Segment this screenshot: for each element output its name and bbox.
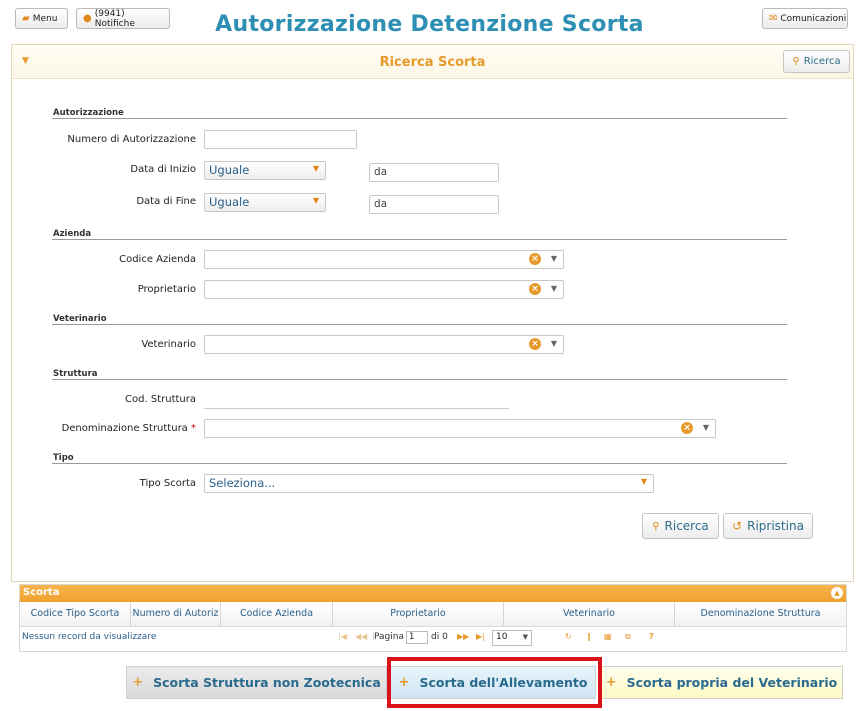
search-icon: ⚲	[792, 56, 800, 67]
plus-icon: +	[605, 675, 617, 690]
chevron-down-icon: ▼	[522, 633, 528, 641]
section-divider	[52, 239, 787, 240]
column-header[interactable]: Proprietario	[333, 602, 504, 626]
field-label-proprietario: Proprietario	[137, 284, 196, 295]
section-label-struttura: Struttura	[53, 369, 98, 379]
field-label-data-inizio: Data di Inizio	[130, 164, 196, 175]
field-label-tipo-scorta: Tipo Scorta	[139, 478, 196, 489]
first-page-icon[interactable]: |◀	[338, 632, 347, 641]
search-header-button-label: Ricerca	[803, 56, 841, 67]
search-button-label: Ricerca	[664, 519, 709, 533]
reset-icon: ↺	[732, 519, 743, 533]
chevron-down-icon[interactable]: ▼	[703, 423, 709, 432]
chevron-down-icon[interactable]: ▼	[551, 254, 557, 263]
required-mark: *	[191, 423, 196, 434]
export-icon[interactable]: ⧉	[625, 632, 631, 642]
chevron-down-icon[interactable]: ▼	[551, 284, 557, 293]
last-page-icon[interactable]: ▶|	[476, 632, 485, 641]
grid-column-headers: Codice Tipo Scorta Numero di Autoriz Cod…	[20, 602, 846, 627]
field-label-numero-autorizzazione: Numero di Autorizzazione	[67, 134, 196, 145]
grid-pager: Nessun record da visualizzare |◀ ◀◀ | Pa…	[20, 628, 846, 650]
section-divider	[52, 118, 787, 119]
prev-page-icon[interactable]: ◀◀	[355, 632, 367, 641]
data-inizio-input[interactable]: da	[369, 163, 499, 182]
chevron-down-icon[interactable]: ▼	[551, 339, 557, 348]
page-size-select[interactable]: 10 ▼	[492, 630, 532, 646]
columns-icon[interactable]: ‖	[587, 632, 591, 641]
section-divider	[52, 324, 787, 325]
field-label-veterinario: Veterinario	[141, 339, 196, 350]
section-label-veterinario: Veterinario	[53, 314, 107, 324]
chevron-down-icon: ▼	[312, 164, 319, 173]
column-header[interactable]: Veterinario	[504, 602, 675, 626]
page-number-input[interactable]: 1	[406, 631, 428, 644]
search-button[interactable]: ⚲ Ricerca	[642, 513, 719, 539]
grid-icon[interactable]: ▦	[604, 632, 612, 641]
plus-icon: +	[132, 675, 144, 690]
denominazione-struttura-label-text: Denominazione Struttura	[61, 423, 188, 434]
column-header[interactable]: Numero di Autoriz	[131, 602, 221, 626]
data-inizio-operator-value: Uguale	[209, 163, 250, 177]
page-count: di 0	[431, 632, 448, 642]
section-divider	[52, 379, 787, 380]
search-panel-header: ▼ Ricerca Scorta ⚲ Ricerca	[12, 45, 853, 79]
field-label-cod-struttura: Cod. Struttura	[125, 394, 196, 405]
data-fine-input[interactable]: da	[369, 195, 499, 214]
column-header[interactable]: Codice Azienda	[221, 602, 333, 626]
field-label-denominazione-struttura: Denominazione Struttura *	[0, 423, 196, 434]
tipo-scorta-value: Seleziona...	[209, 476, 276, 490]
reset-button-label: Ripristina	[747, 519, 804, 533]
data-inizio-operator-select[interactable]: Uguale ▼	[204, 161, 326, 180]
highlight-box	[387, 657, 602, 708]
section-divider	[52, 463, 787, 464]
next-page-icon[interactable]: ▶▶	[457, 632, 469, 641]
tab-scorta-struttura-non-zootecnica[interactable]: + Scorta Struttura non Zootecnica	[126, 666, 387, 699]
tab-label: Scorta Struttura non Zootecnica	[153, 675, 381, 690]
help-icon[interactable]: ?	[649, 632, 654, 641]
field-label-codice-azienda: Codice Azienda	[119, 254, 196, 265]
tab-scorta-propria-veterinario[interactable]: + Scorta propria del Veterinario	[600, 666, 843, 699]
clear-icon[interactable]: ×	[529, 253, 541, 265]
tipo-scorta-select[interactable]: Seleziona... ▼	[204, 474, 654, 493]
data-fine-operator-value: Uguale	[209, 195, 250, 209]
results-grid: Scorta ▲ Codice Tipo Scorta Numero di Au…	[19, 584, 847, 652]
codice-azienda-combobox[interactable]: × ▼	[204, 250, 564, 269]
grid-title: Scorta	[23, 587, 60, 598]
column-header[interactable]: Denominazione Struttura	[675, 602, 846, 626]
tab-label: Scorta propria del Veterinario	[626, 675, 838, 690]
proprietario-combobox[interactable]: × ▼	[204, 280, 564, 299]
chevron-down-icon: ▼	[640, 477, 647, 486]
page-size-value: 10	[496, 632, 508, 642]
search-panel: ▼ Ricerca Scorta ⚲ Ricerca	[11, 44, 854, 582]
clear-icon[interactable]: ×	[681, 422, 693, 434]
clear-icon[interactable]: ×	[529, 338, 541, 350]
veterinario-combobox[interactable]: × ▼	[204, 335, 564, 354]
column-header[interactable]: Codice Tipo Scorta	[20, 602, 131, 626]
denominazione-struttura-combobox[interactable]: × ▼	[204, 419, 716, 438]
search-panel-title: Ricerca Scorta	[379, 55, 486, 70]
refresh-icon[interactable]: ↻	[565, 632, 572, 641]
data-fine-operator-select[interactable]: Uguale ▼	[204, 193, 326, 212]
clear-icon[interactable]: ×	[529, 283, 541, 295]
section-label-azienda: Azienda	[53, 229, 92, 239]
section-label-autorizzazione: Autorizzazione	[53, 108, 124, 118]
page-title: Autorizzazione Detenzione Scorta	[215, 12, 644, 37]
empty-message: Nessun record da visualizzare	[22, 632, 157, 642]
section-label-tipo: Tipo	[53, 453, 74, 463]
chevron-down-icon: ▼	[312, 196, 319, 205]
search-header-button[interactable]: ⚲ Ricerca	[783, 50, 850, 73]
search-icon: ⚲	[652, 520, 660, 532]
collapse-up-icon[interactable]: ▲	[831, 587, 843, 599]
grid-header: Scorta ▲	[20, 585, 846, 602]
reset-button[interactable]: ↺ Ripristina	[723, 513, 813, 539]
cod-struttura-readonly	[204, 408, 509, 409]
page-label: Pagina	[374, 632, 404, 642]
field-label-data-fine: Data di Fine	[136, 196, 196, 207]
numero-autorizzazione-input[interactable]	[204, 130, 357, 149]
